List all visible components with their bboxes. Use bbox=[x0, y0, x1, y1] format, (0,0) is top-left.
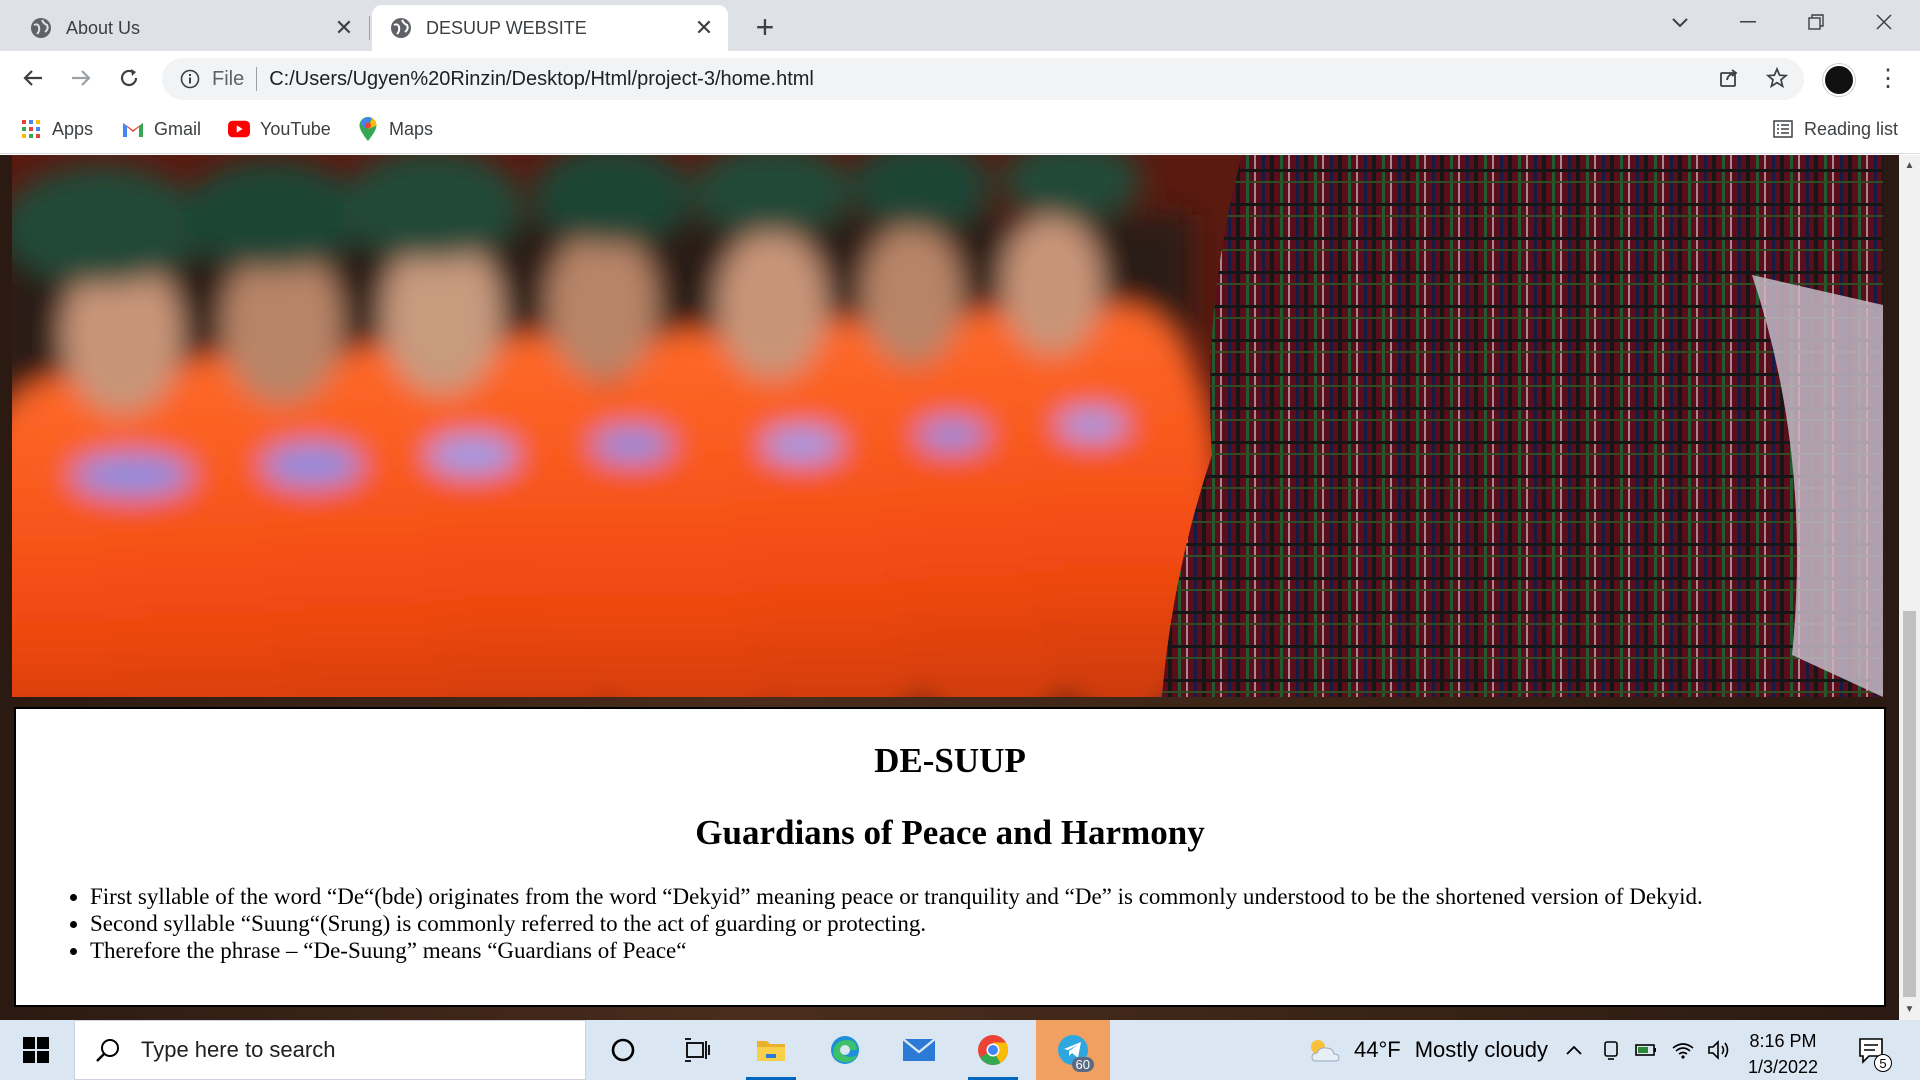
search-placeholder: Type here to search bbox=[141, 1037, 336, 1062]
profile-avatar[interactable] bbox=[1823, 64, 1855, 96]
volume-icon[interactable] bbox=[1704, 1020, 1734, 1080]
desuup-intro-section: DE-SUUP Guardians of Peace and Harmony F… bbox=[14, 707, 1886, 1007]
tab-desuup-website[interactable]: DESUUP WEBSITE ✕ bbox=[372, 5, 728, 51]
chrome-icon[interactable] bbox=[956, 1020, 1030, 1080]
file-explorer-icon[interactable] bbox=[734, 1020, 808, 1080]
system-clock[interactable]: 8:16 PM 1/3/2022 bbox=[1738, 1028, 1828, 1080]
partly-cloudy-icon bbox=[1311, 1040, 1340, 1062]
bookmark-gmail[interactable]: Gmail bbox=[122, 115, 201, 143]
minimize-button[interactable] bbox=[1714, 0, 1782, 44]
list-item: First syllable of the word “De“(bde) ori… bbox=[90, 883, 1703, 910]
address-scheme: File bbox=[212, 67, 245, 90]
wifi-icon[interactable] bbox=[1668, 1020, 1698, 1080]
bookmark-youtube[interactable]: YouTube bbox=[228, 115, 331, 143]
list-item: Therefore the phrase – “De-Suung” means … bbox=[90, 937, 1703, 964]
battery-icon[interactable] bbox=[1632, 1020, 1660, 1080]
address-url[interactable]: C:/Users/Ugyen%20Rinzin/Desktop/Html/pro… bbox=[269, 68, 814, 91]
close-tab-icon[interactable]: ✕ bbox=[690, 14, 718, 42]
bookmarks-bar: Apps Gmail YouTube Maps Reading list bbox=[0, 105, 1920, 154]
back-button[interactable] bbox=[14, 59, 52, 97]
gmail-icon bbox=[122, 118, 144, 140]
apps-grid-icon bbox=[20, 118, 42, 140]
globe-icon bbox=[30, 17, 52, 39]
maps-icon bbox=[357, 117, 379, 141]
bookmark-maps[interactable]: Maps bbox=[357, 115, 433, 143]
page-viewport: DE-SUUP Guardians of Peace and Harmony F… bbox=[0, 155, 1899, 1020]
notification-center-icon[interactable]: 5 bbox=[1852, 1032, 1892, 1072]
show-hidden-icons-chevron-icon[interactable] bbox=[1560, 1020, 1588, 1080]
tab-strip: About Us ✕ DESUUP WEBSITE ✕ + bbox=[0, 0, 1920, 51]
telegram-badge: 60 bbox=[1071, 1057, 1094, 1072]
reading-list-button[interactable]: Reading list bbox=[1772, 115, 1898, 143]
info-icon[interactable] bbox=[178, 67, 202, 91]
browser-toolbar: File C:/Users/Ugyen%20Rinzin/Desktop/Htm… bbox=[0, 51, 1920, 105]
scroll-up-arrow-icon[interactable]: ▲ bbox=[1899, 157, 1920, 174]
page-title: DE-SUUP bbox=[874, 741, 1026, 780]
clock-time: 8:16 PM bbox=[1749, 1031, 1817, 1051]
globe-icon bbox=[390, 17, 412, 39]
telegram-icon[interactable]: 60 bbox=[1036, 1020, 1110, 1080]
bookmark-label: Apps bbox=[52, 118, 94, 139]
bookmark-apps[interactable]: Apps bbox=[20, 115, 93, 143]
close-tab-icon[interactable]: ✕ bbox=[330, 14, 358, 42]
new-tab-button[interactable]: + bbox=[748, 9, 782, 45]
page-subtitle: Guardians of Peace and Harmony bbox=[695, 813, 1205, 852]
browser-menu-icon[interactable]: ⋮ bbox=[1870, 59, 1906, 97]
cortana-icon[interactable] bbox=[586, 1020, 660, 1080]
tab-title: About Us bbox=[66, 17, 141, 38]
device-icon[interactable] bbox=[1598, 1020, 1624, 1080]
edge-browser-icon[interactable] bbox=[808, 1020, 882, 1080]
share-icon[interactable] bbox=[1710, 59, 1748, 97]
restore-button[interactable] bbox=[1782, 0, 1850, 44]
tab-title: DESUUP WEBSITE bbox=[426, 17, 587, 38]
windows-taskbar: Type here to search 60 44°F Mostly cloud… bbox=[0, 1020, 1920, 1080]
hero-image bbox=[12, 155, 1883, 697]
bookmark-label: Maps bbox=[389, 118, 434, 139]
reading-list-label: Reading list bbox=[1804, 118, 1899, 139]
scrollbar-thumb[interactable] bbox=[1903, 611, 1916, 997]
address-divider bbox=[256, 67, 258, 91]
reading-list-icon bbox=[1772, 118, 1794, 140]
reload-button[interactable] bbox=[110, 59, 148, 97]
address-bar[interactable]: File C:/Users/Ugyen%20Rinzin/Desktop/Htm… bbox=[162, 58, 1804, 100]
bookmark-star-icon[interactable] bbox=[1758, 59, 1796, 97]
forward-button[interactable] bbox=[62, 59, 100, 97]
notification-count: 5 bbox=[1874, 1054, 1892, 1072]
windows-logo-icon bbox=[23, 1037, 49, 1063]
mail-icon[interactable] bbox=[882, 1020, 956, 1080]
taskbar-search-box[interactable]: Type here to search bbox=[74, 1020, 586, 1080]
start-button[interactable] bbox=[0, 1020, 72, 1080]
meaning-list: First syllable of the word “De“(bde) ori… bbox=[76, 883, 1703, 964]
list-item: Second syllable “Suung“(Srung) is common… bbox=[90, 910, 1703, 937]
youtube-icon bbox=[228, 118, 250, 140]
task-view-icon[interactable] bbox=[660, 1020, 734, 1080]
scroll-down-arrow-icon[interactable]: ▼ bbox=[1899, 1001, 1920, 1018]
bookmark-label: YouTube bbox=[260, 118, 331, 139]
weather-temp: 44°F bbox=[1354, 1037, 1401, 1062]
weather-condition: Mostly cloudy bbox=[1414, 1037, 1548, 1062]
weather-widget[interactable]: 44°F Mostly cloudy bbox=[1306, 1020, 1548, 1080]
vertical-scrollbar[interactable]: ▲ ▼ bbox=[1899, 155, 1920, 1020]
search-icon bbox=[93, 1035, 123, 1065]
tab-about-us[interactable]: About Us ✕ bbox=[12, 5, 368, 51]
tab-divider bbox=[369, 16, 370, 40]
clock-date: 1/3/2022 bbox=[1747, 1057, 1819, 1077]
bookmark-label: Gmail bbox=[154, 118, 202, 139]
close-window-button[interactable] bbox=[1850, 0, 1918, 44]
tab-search-chevron-icon[interactable] bbox=[1646, 0, 1714, 44]
